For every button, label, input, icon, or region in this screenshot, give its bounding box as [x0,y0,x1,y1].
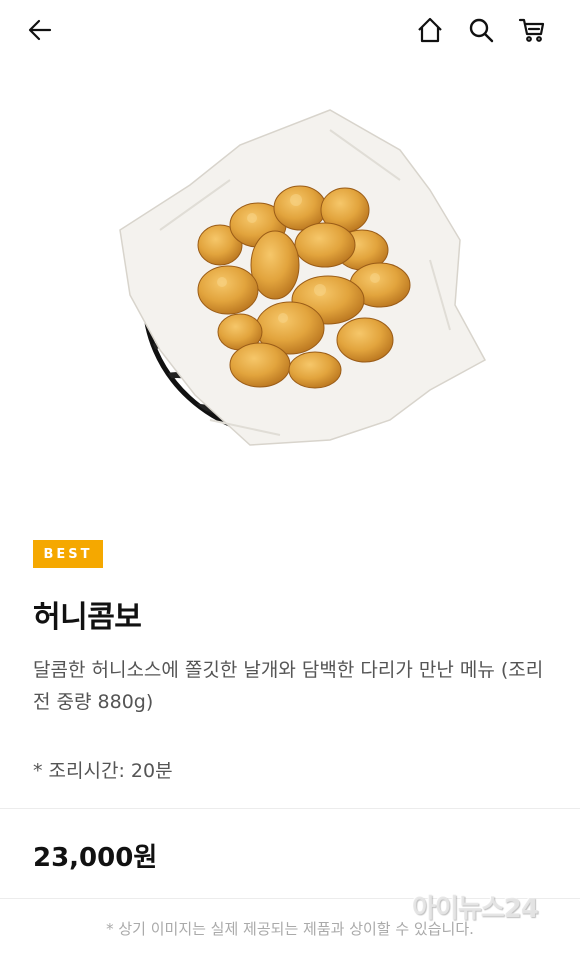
product-description: 달콤한 허니소스에 쫄깃한 날개와 담백한 다리가 만난 메뉴 (조리전 중량 … [33,659,544,713]
divider [0,808,580,809]
search-button[interactable] [465,14,497,46]
home-icon [418,17,442,43]
cook-time: * 조리시간: 20분 [33,760,173,782]
cart-icon [518,18,545,42]
image-disclaimer: * 상기 이미지는 실제 제공되는 제품과 상이할 수 있습니다. [106,920,474,938]
product-image [100,90,500,480]
arrow-left-icon [28,19,52,41]
cart-button[interactable] [516,14,548,46]
best-badge: BEST [33,540,103,568]
product-name: 허니콤보 [33,600,142,635]
back-button[interactable] [24,14,56,46]
product-price: 23,000원 [33,843,158,873]
top-bar [0,0,580,64]
home-button[interactable] [414,14,446,46]
search-icon [469,18,494,43]
